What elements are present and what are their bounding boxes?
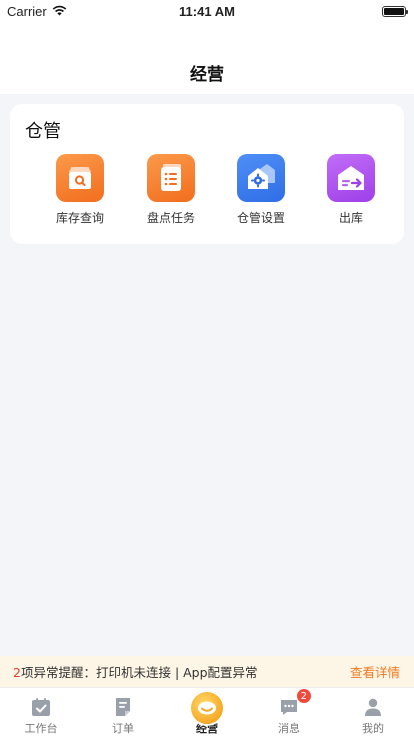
tab-label: 订单 [112,722,134,735]
business-bubble [191,692,223,724]
warehouse-settings-icon [237,154,285,202]
stocktake-list-icon [147,154,195,202]
order-doc-icon [112,696,134,718]
alert-count-suffix: 项 [20,665,34,680]
alert-count: 2 [13,665,21,680]
card-title: 仓管 [25,121,61,142]
tab-label: 消息 [278,722,300,735]
grid-label: 库存查询 [55,211,104,225]
exception-alert-bar[interactable]: 2项异常提醒：打印机未连接 | App配置异常 查看详情 [0,656,414,687]
inventory-search-icon [56,154,104,202]
alert-message: 异常提醒：打印机未连接 | App配置异常 [33,665,258,680]
grid-label: 出库 [338,211,363,225]
tab-profile[interactable]: 我的 [332,688,414,736]
tab-messages[interactable]: 2 消息 [248,688,330,736]
message-icon: 2 [278,688,312,718]
warehouse-card: 仓管 库存查询 盘点任务 仓管设置 出库 [10,104,404,244]
nav-bar: 经营 [0,22,414,94]
tab-business[interactable]: 经营 [166,688,248,736]
view-details-link[interactable]: 查看详情 [350,662,400,681]
wifi-icon [52,4,67,19]
tab-workbench[interactable]: 工作台 [0,688,82,736]
carrier-label: Carrier [7,3,47,19]
status-bar: Carrier 11:41 AM [0,0,414,22]
tab-bar: 工作台 订单 经营 2 消息 我的 [0,687,414,736]
tab-orders[interactable]: 订单 [82,688,164,736]
battery-icon [382,5,408,17]
tab-label: 工作台 [24,722,58,735]
status-left: Carrier [7,4,67,19]
grid-label: 盘点任务 [146,211,195,225]
tab-label: 我的 [362,722,384,735]
business-icon [191,692,223,724]
user-icon [362,696,384,718]
page-title: 经营 [190,65,224,85]
warehouse-grid: 库存查询 盘点任务 仓管设置 出库 [10,154,404,234]
grid-item-outbound[interactable]: 出库 [311,154,391,234]
alert-text: 2项异常提醒：打印机未连接 | App配置异常 [13,662,258,681]
grid-label: 仓管设置 [236,211,285,225]
message-badge: 2 [295,688,312,704]
outbound-icon [327,154,375,202]
grid-item-inventory-search[interactable]: 库存查询 [40,154,120,234]
calendar-check-icon [30,696,52,718]
grid-item-stocktake[interactable]: 盘点任务 [131,154,211,234]
grid-item-warehouse-settings[interactable]: 仓管设置 [221,154,301,234]
